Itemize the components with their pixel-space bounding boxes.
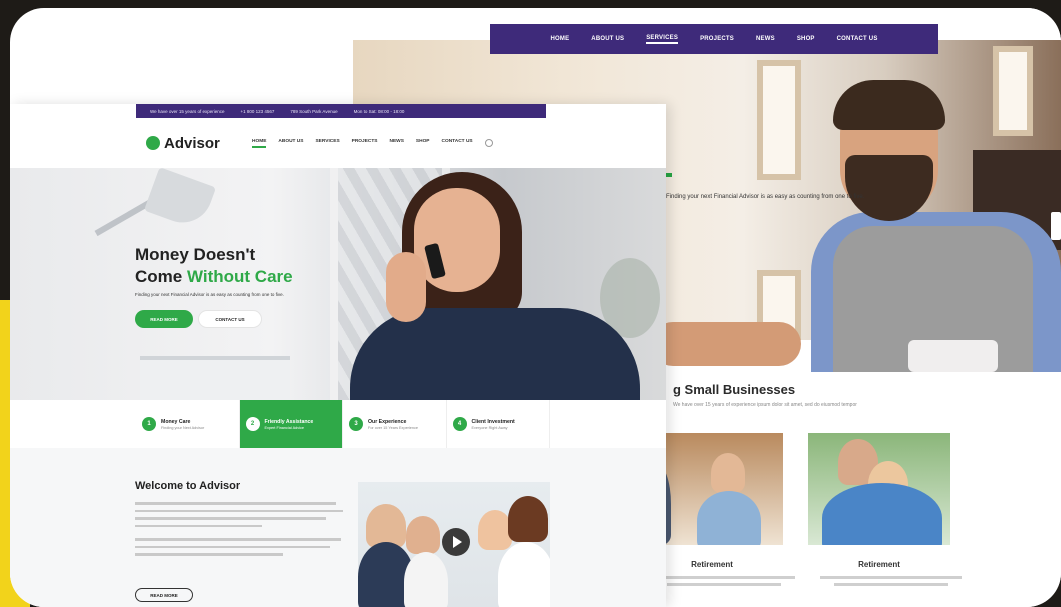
features-bar: 1 Money Care Finding your Next Advisor 2 … (136, 400, 550, 448)
back-nav-about[interactable]: ABOUT US (591, 36, 624, 42)
woman-face (414, 188, 500, 292)
search-icon[interactable] (484, 139, 493, 147)
person (697, 491, 761, 545)
back-nav-shop[interactable]: SHOP (797, 36, 815, 42)
feature-number-2: 2 (245, 417, 260, 431)
welcome-read-more-button[interactable]: READ MORE (135, 588, 193, 602)
nav-services[interactable]: SERVICES (315, 139, 339, 148)
back-hero-button[interactable] (1051, 212, 1061, 240)
back-card-title-2[interactable]: Retirement (808, 560, 950, 569)
topbar-phone[interactable]: +1 800 123 4567 (240, 109, 274, 114)
feature-sub-4: Everyone Right Away (471, 425, 508, 430)
back-nav-projects[interactable]: PROJECTS (700, 36, 734, 42)
person (406, 516, 440, 554)
hero-subtitle: Finding your next Financial Advisor is a… (135, 292, 284, 297)
hero-title: Money Doesn't Come Without Care (135, 244, 293, 288)
feature-item-1[interactable]: 1 Money Care Finding your Next Advisor (136, 400, 240, 448)
feature-title-2: Friendly Assistance (264, 418, 314, 425)
topbar-hours: Mon to Sat: 08:00 - 18:00 (353, 108, 405, 114)
front-topbar: We have over 15 years of experience +1 8… (136, 104, 546, 118)
nav-home[interactable]: HOME (252, 139, 267, 148)
back-nav-services[interactable]: SERVICES (646, 35, 679, 44)
woman-hand (386, 252, 426, 322)
feature-sub-3: For over 15 Years Experience (368, 425, 419, 430)
person (508, 496, 548, 542)
play-triangle-icon (453, 536, 462, 548)
man-hands (651, 322, 801, 366)
hero-title-line2: Come Without Care (135, 266, 293, 288)
lamp-head (143, 168, 217, 231)
person (822, 483, 942, 545)
video-thumbnail[interactable] (358, 482, 550, 607)
coffee-cup (908, 340, 998, 372)
read-more-button[interactable]: READ MORE (135, 310, 193, 328)
person (711, 453, 745, 493)
logo-text: Advisor (164, 134, 220, 152)
window (993, 46, 1033, 136)
feature-sub-1: Finding your Next Advisor (161, 425, 205, 430)
man-hair (833, 80, 945, 130)
back-hero-accent (666, 173, 672, 177)
front-header: Advisor HOME ABOUT US SERVICES PROJECTS … (136, 118, 666, 168)
person (404, 552, 448, 607)
back-card-image-2[interactable] (808, 433, 950, 545)
person (498, 542, 550, 607)
back-section-subtitle: We have over 15 years of experience ipsu… (673, 402, 857, 408)
woman-body (350, 308, 640, 400)
front-main-nav: HOME ABOUT US SERVICES PROJECTS NEWS SHO… (252, 139, 473, 148)
back-nav-home[interactable]: HOME (550, 36, 569, 42)
nav-about[interactable]: ABOUT US (278, 139, 303, 148)
feature-title-4: Client Investment (471, 418, 515, 425)
nav-contact[interactable]: CONTACT US (442, 139, 473, 148)
play-icon[interactable] (442, 528, 470, 556)
back-nav-news[interactable]: NEWS (756, 36, 775, 42)
topbar-address: 789 South Park Avenue (290, 108, 338, 114)
feature-title-1: Money Care (161, 418, 191, 425)
back-hero-subtitle: Finding your next Financial Advisor is a… (666, 194, 865, 200)
back-main-nav: HOME ABOUT US SERVICES PROJECTS NEWS SHO… (490, 24, 938, 54)
feature-number-1: 1 (142, 417, 156, 431)
feature-number-3: 3 (349, 417, 363, 431)
feature-item-3[interactable]: 3 Our Experience For over 15 Years Experi… (343, 400, 447, 448)
contact-us-button[interactable]: CONTACT US (198, 310, 262, 328)
laptop (140, 356, 290, 400)
showcase-card: HOME ABOUT US SERVICES PROJECTS NEWS SHO… (10, 8, 1061, 607)
nav-news[interactable]: NEWS (390, 139, 404, 148)
nav-shop[interactable]: SHOP (416, 139, 430, 148)
window (757, 60, 801, 180)
back-card-text-1 (653, 576, 795, 596)
back-section-title: g Small Businesses (673, 382, 796, 397)
hero-title-line2-plain: Come (135, 267, 187, 286)
nav-projects[interactable]: PROJECTS (352, 139, 378, 148)
back-card-text-2 (820, 576, 962, 596)
welcome-title: Welcome to Advisor (135, 480, 241, 492)
hero-title-line1: Money Doesn't (135, 245, 256, 264)
feature-number-4: 4 (452, 417, 467, 431)
logo-mark-icon (146, 136, 160, 150)
welcome-body-text (135, 502, 347, 561)
hero-title-line2-green: Without Care (186, 267, 293, 286)
feature-sub-2: Expert Financial Advice (264, 425, 304, 430)
front-hero-image (10, 168, 666, 400)
feature-item-4[interactable]: 4 Client Investment Everyone Right Away (447, 400, 550, 448)
back-nav-contact[interactable]: CONTACT US (837, 36, 878, 42)
feature-title-3: Our Experience (368, 418, 407, 425)
logo[interactable]: Advisor (146, 135, 252, 152)
front-website-preview: We have over 15 years of experience +1 8… (10, 104, 666, 607)
feature-item-2[interactable]: 2 Friendly Assistance Expert Financial Ad… (239, 400, 343, 448)
topbar-experience: We have over 15 years of experience (150, 108, 225, 114)
person (478, 510, 512, 550)
